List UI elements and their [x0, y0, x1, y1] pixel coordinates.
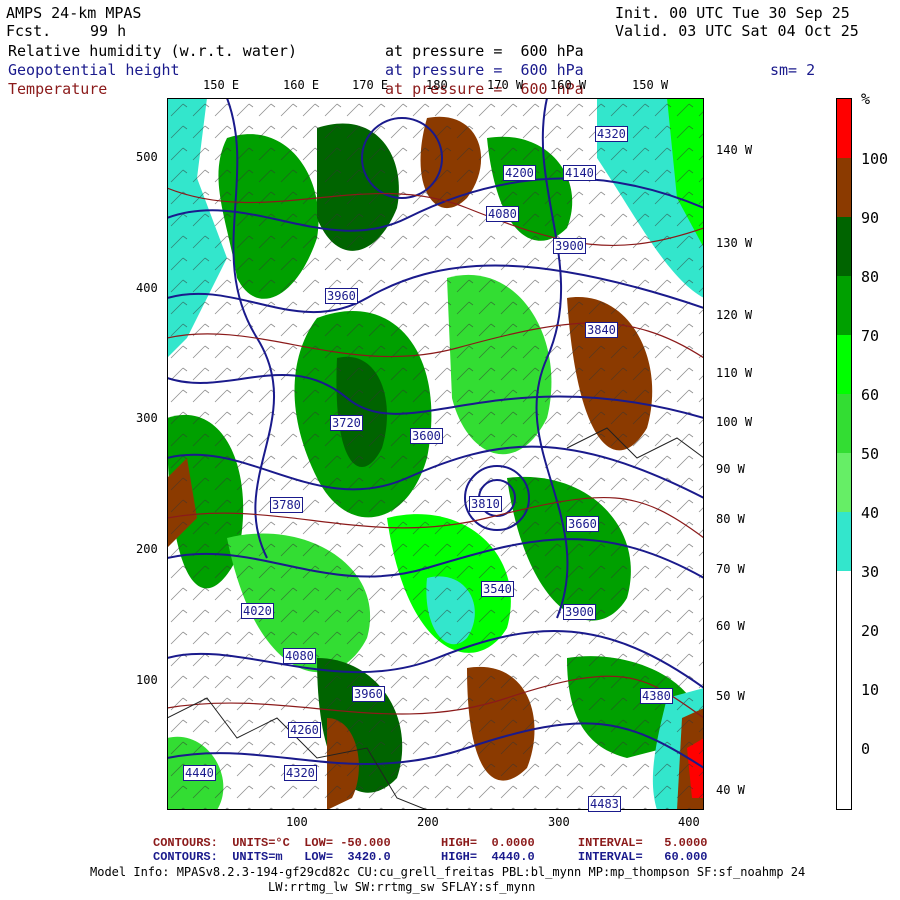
init-time: Init. 00 UTC Tue 30 Sep 25	[615, 4, 850, 22]
height-label: 3780	[270, 497, 303, 513]
colorbar-unit: %	[861, 90, 871, 108]
valid-time: Valid. 03 UTC Sat 04 Oct 25	[615, 22, 859, 40]
colorbar-label: 40	[861, 504, 880, 522]
height-label: 4140	[563, 165, 596, 181]
field-rh-level: at pressure = 600 hPa	[385, 42, 584, 60]
height-label: 3900	[553, 238, 586, 254]
height-label: 3720	[330, 415, 363, 431]
height-label: 3600	[410, 428, 443, 444]
colorbar-label: 20	[861, 622, 880, 640]
height-label: 3810	[469, 496, 502, 512]
lon-label: 60 W	[716, 619, 745, 633]
lon-label: 150 W	[632, 78, 669, 92]
height-label: 4380	[640, 688, 673, 704]
model-title: AMPS 24-km MPAS	[6, 4, 142, 22]
height-label: 4483	[588, 796, 621, 812]
lon-label: 40 W	[716, 783, 745, 797]
height-label: 4020	[241, 603, 274, 619]
height-label: 4080	[283, 648, 316, 664]
lon-label: 170 W	[487, 78, 524, 92]
lon-label: 130 W	[716, 236, 753, 250]
field-rh: Relative humidity (w.r.t. water)	[8, 42, 297, 60]
lon-label: 160 W	[550, 78, 587, 92]
model-info: Model Info: MPASv8.2.3-194-gf29cd82c CU:…	[90, 865, 806, 879]
lon-label: 150 E	[203, 78, 240, 92]
height-contour-info: CONTOURS: UNITS=m LOW= 3420.0 HIGH= 4440…	[153, 850, 708, 864]
lon-label: 160 E	[283, 78, 320, 92]
fcst-value: 99 h	[90, 22, 127, 40]
field-height-level: at pressure = 600 hPa	[385, 61, 584, 79]
height-label: 4260	[288, 722, 321, 738]
colorbar-label: 100	[861, 150, 889, 168]
height-label: 4200	[503, 165, 536, 181]
lon-label: 50 W	[716, 689, 745, 703]
field-height: Geopotential height	[8, 61, 180, 79]
height-label: 4320	[284, 765, 317, 781]
lon-label: 70 W	[716, 562, 745, 576]
colorbar-label: 60	[861, 386, 880, 404]
colorbar-label: 80	[861, 268, 880, 286]
lon-label: 180	[426, 78, 448, 92]
y-tick: 100	[136, 673, 158, 687]
height-label: 4440	[183, 765, 216, 781]
field-temp: Temperature	[8, 80, 108, 98]
lon-label: 100 W	[716, 415, 753, 429]
lon-label: 110 W	[716, 366, 753, 380]
smoothing-label: sm= 2	[770, 61, 816, 79]
colorbar	[836, 98, 852, 810]
height-label: 3840	[585, 322, 618, 338]
height-label: 4320	[595, 126, 628, 142]
colorbar-label: 50	[861, 445, 880, 463]
height-label: 3960	[352, 686, 385, 702]
height-label: 4080	[486, 206, 519, 222]
x-tick: 300	[548, 815, 570, 829]
y-tick: 200	[136, 542, 158, 556]
y-tick: 500	[136, 150, 158, 164]
y-tick: 300	[136, 411, 158, 425]
height-label: 3540	[481, 581, 514, 597]
x-tick: 100	[286, 815, 308, 829]
lon-label: 140 W	[716, 143, 753, 157]
weather-map	[167, 98, 704, 810]
lon-label: 120 W	[716, 308, 753, 322]
colorbar-label: 0	[861, 740, 871, 758]
lon-label: 170 E	[352, 78, 389, 92]
colorbar-label: 70	[861, 327, 880, 345]
fcst-label: Fcst.	[6, 22, 52, 40]
colorbar-label: 10	[861, 681, 880, 699]
colorbar-label: 30	[861, 563, 880, 581]
temp-contour-info: CONTOURS: UNITS=°C LOW= -50.000 HIGH= 0.…	[153, 836, 708, 850]
lon-label: 90 W	[716, 462, 745, 476]
lon-label: 80 W	[716, 512, 745, 526]
model-info-2: LW:rrtmg_lw SW:rrtmg_sw SFLAY:sf_mynn	[268, 880, 536, 894]
height-label: 3900	[563, 604, 596, 620]
colorbar-label: 90	[861, 209, 880, 227]
y-tick: 400	[136, 281, 158, 295]
height-label: 3660	[566, 516, 599, 532]
height-label: 3960	[325, 288, 358, 304]
x-tick: 200	[417, 815, 439, 829]
x-tick: 400	[678, 815, 700, 829]
